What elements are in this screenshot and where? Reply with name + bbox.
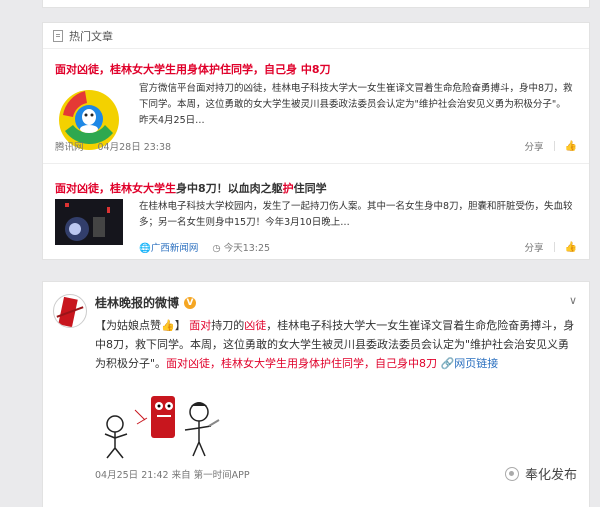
- article-2-title[interactable]: 面对凶徒，桂林女大学生身中8刀！以血肉之躯护住同学: [55, 180, 327, 196]
- clap-emoji: 👍: [161, 319, 175, 332]
- hot-articles-title: 热门文章: [69, 29, 113, 43]
- night-scene-photo: [55, 199, 123, 245]
- weibo-post-card: 桂林晚报的微博 V ∨ 【为姑娘点赞👍】 面对持刀的凶徒，桂林电子科技大学大一女…: [42, 281, 590, 507]
- verified-badge-icon: V: [184, 296, 197, 309]
- document-icon: [53, 29, 63, 42]
- post-cartoon-image[interactable]: [95, 390, 225, 464]
- wechat-watermark-icon: [504, 466, 519, 481]
- article-divider: [43, 163, 589, 164]
- article-1-title[interactable]: 面对凶徒，桂林女大学生用身体护住同学，自己身 中8刀: [55, 61, 330, 77]
- post-author[interactable]: 桂林晚报的微博 V: [95, 294, 197, 311]
- chevron-down-icon[interactable]: ∨: [569, 294, 577, 307]
- article-2-summary: 在桂林电子科技大学校园内，发生了一起持刀伤人案。其中一名女生身中8刀，胆囊和肝脏…: [139, 201, 573, 228]
- post-text: 【为姑娘点赞👍】 面对持刀的凶徒，桂林电子科技大学大一女生崔译文冒着生命危险奋勇…: [95, 319, 575, 370]
- article-2-share-button[interactable]: 分享: [525, 240, 544, 254]
- web-link[interactable]: 🔗网页链接: [441, 357, 499, 370]
- watermark: 奉化发布: [504, 464, 577, 483]
- clock-icon: ◷: [212, 243, 221, 254]
- article-2-source[interactable]: 🌐广西新闻网: [55, 240, 198, 254]
- globe-icon: 🌐: [139, 243, 151, 254]
- article-2-meta: 🌐广西新闻网 ◷ 今天13:25 分享 👍: [55, 240, 577, 255]
- previous-card: [42, 0, 590, 8]
- thumbs-up-icon[interactable]: 👍: [565, 242, 577, 253]
- article-2-thumbnail[interactable]: [55, 199, 123, 245]
- avatar[interactable]: [53, 294, 87, 328]
- article-2-time: ◷ 今天13:25: [212, 243, 271, 254]
- article-1-summary: 官方微信平台面对持刀的凶徒，桂林电子科技大学大一女生崔译文冒着生命危险奋勇搏斗，…: [139, 83, 573, 126]
- hot-articles-header: 热门文章: [43, 23, 589, 49]
- link-icon: 🔗: [440, 357, 455, 370]
- article-1-source[interactable]: 腾讯网: [55, 139, 84, 153]
- cartoon-illustration: [95, 390, 225, 464]
- article-1-time: 04月28日 23:38: [97, 142, 172, 153]
- hot-articles-card: 热门文章 面对凶徒，桂林女大学生用身体护住同学，自己身 中8刀 官方微信平台面对…: [42, 22, 590, 260]
- article-1-meta: 腾讯网 04月28日 23:38 分享 👍: [55, 139, 577, 154]
- article-1-share-button[interactable]: 分享: [525, 139, 544, 153]
- post-meta: 04月25日 21:42 来自 第一时间APP: [95, 470, 250, 481]
- thumbs-up-icon[interactable]: 👍: [565, 141, 577, 152]
